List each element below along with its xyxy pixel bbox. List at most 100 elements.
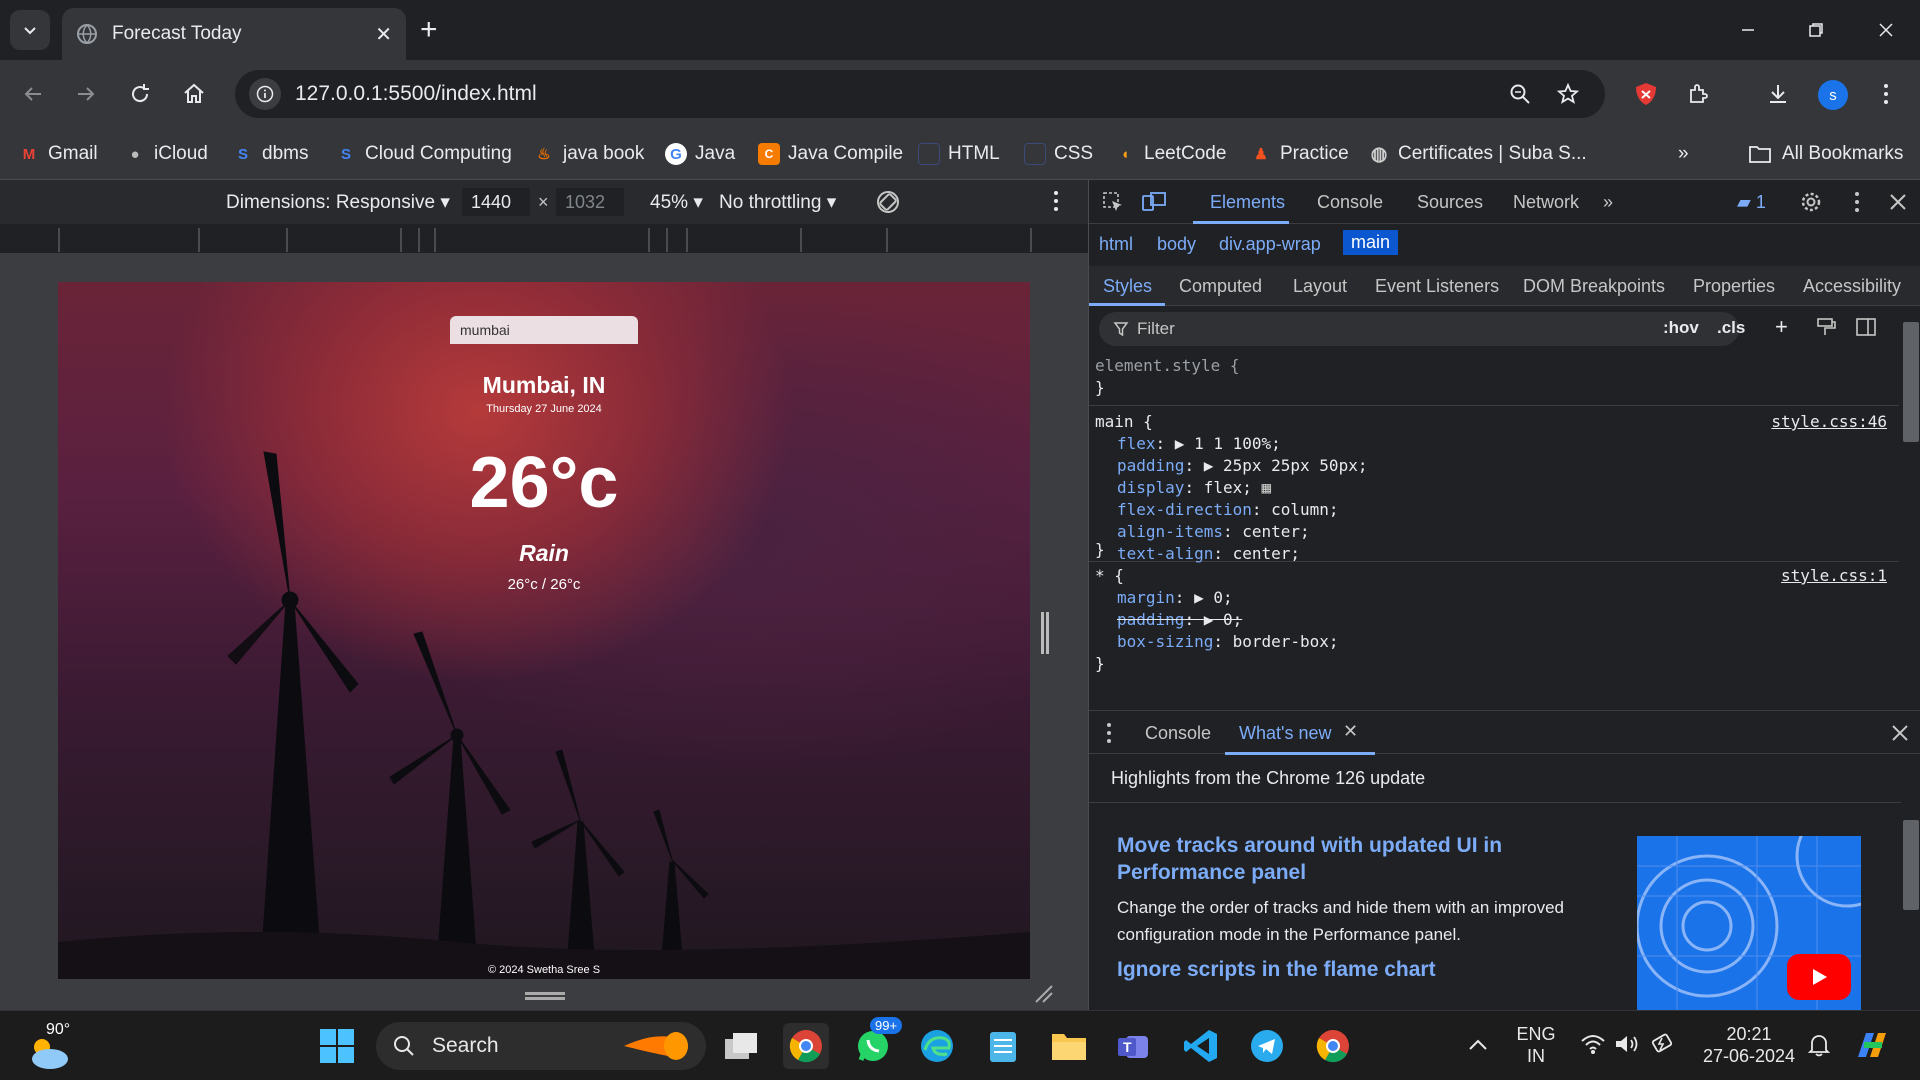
overridden-declaration[interactable]: padding: ▶ 0; — [1117, 610, 1242, 629]
device-toggle-icon[interactable] — [1141, 190, 1167, 214]
bookmark-gmail[interactable]: M Gmail — [18, 140, 98, 168]
subtab-layout[interactable]: Layout — [1293, 276, 1347, 297]
zoom-dropdown[interactable]: 45% ▾ — [650, 191, 703, 214]
dimensions-dropdown[interactable]: Dimensions: Responsive ▾ — [226, 191, 450, 214]
flexbox-editor-icon[interactable]: ▦ — [1262, 478, 1272, 497]
crumb-body[interactable]: body — [1157, 234, 1196, 255]
crumb-div-app-wrap[interactable]: div.app-wrap — [1219, 234, 1321, 255]
bookmark-java-compile[interactable]: C Java Compile — [758, 140, 903, 168]
viewport-resize-handle-bottom[interactable] — [525, 992, 565, 1000]
main-source-link[interactable]: style.css:46 — [1771, 412, 1887, 431]
drawer-tab-console[interactable]: Console — [1145, 723, 1211, 744]
universal-source-link[interactable]: style.css:1 — [1781, 566, 1887, 585]
tab-sources[interactable]: Sources — [1417, 192, 1483, 213]
show-hidden-icons-icon[interactable] — [1468, 1037, 1488, 1051]
subtab-properties[interactable]: Properties — [1693, 276, 1775, 297]
cls-button[interactable]: .cls — [1717, 318, 1745, 338]
more-options-icon[interactable] — [1052, 190, 1060, 212]
battery-charging-icon[interactable] — [1650, 1031, 1676, 1057]
drawer-scrollbar[interactable] — [1901, 798, 1920, 1010]
drawer-tab-whats-new[interactable]: What's new — [1239, 723, 1331, 744]
notification-bell-icon[interactable] — [1808, 1033, 1830, 1057]
style-declaration[interactable]: align-items: center; — [1117, 522, 1310, 541]
weather-widget[interactable]: 90° — [26, 1019, 86, 1075]
height-input[interactable]: 1032 — [556, 188, 624, 216]
devtools-menu-icon[interactable] — [1853, 191, 1861, 213]
browser-tab[interactable]: Forecast Today ✕ — [62, 8, 406, 60]
volume-icon[interactable] — [1614, 1033, 1640, 1055]
youtube-play-icon[interactable] — [1787, 954, 1851, 1000]
feature-link-performance-tracks[interactable]: Move tracks around with updated UI in Pe… — [1117, 832, 1537, 886]
main-selector[interactable]: main { — [1095, 412, 1153, 431]
drawer-menu-icon[interactable] — [1105, 722, 1113, 744]
address-bar[interactable]: 127.0.0.1:5500/index.html — [235, 70, 1605, 118]
style-declaration[interactable]: flex: ▶ 1 1 100%; — [1117, 434, 1281, 453]
style-declaration[interactable]: display: flex; ▦ — [1117, 478, 1271, 497]
subtab-event-listeners[interactable]: Event Listeners — [1375, 276, 1499, 297]
restore-button[interactable] — [1796, 12, 1836, 48]
tab-network[interactable]: Network — [1513, 192, 1579, 213]
issues-counter[interactable]: ▰ 1 — [1737, 192, 1766, 213]
crumb-main[interactable]: main — [1343, 230, 1399, 255]
reload-button[interactable] — [120, 74, 160, 114]
style-declaration[interactable]: box-sizing: border-box; — [1117, 632, 1339, 651]
taskbar-search[interactable]: Search — [376, 1022, 706, 1070]
bookmark-java[interactable]: G Java — [665, 140, 735, 168]
close-window-button[interactable] — [1866, 12, 1906, 48]
close-devtools-icon[interactable] — [1889, 193, 1907, 211]
video-thumbnail[interactable] — [1637, 836, 1861, 1010]
close-drawer-icon[interactable] — [1891, 724, 1909, 742]
all-bookmarks-button[interactable]: All Bookmarks — [1748, 140, 1903, 168]
bookmark-cloud-computing[interactable]: S Cloud Computing — [335, 140, 512, 168]
viewport-resize-handle-right[interactable] — [1041, 612, 1049, 654]
taskbar-notepad[interactable] — [980, 1023, 1026, 1069]
subtab-styles[interactable]: Styles — [1103, 276, 1152, 297]
profile-avatar[interactable]: s — [1818, 80, 1848, 110]
start-button[interactable] — [314, 1023, 360, 1069]
bookmark-dbms[interactable]: Sdbms — [232, 140, 308, 168]
style-declaration[interactable]: padding: ▶ 25px 25px 50px; — [1117, 456, 1367, 475]
download-icon[interactable] — [1758, 74, 1798, 114]
extensions-icon[interactable] — [1678, 74, 1718, 114]
close-tab-icon[interactable]: ✕ — [375, 22, 392, 47]
throttling-dropdown[interactable]: No throttling ▾ — [719, 191, 836, 214]
hov-button[interactable]: :hov — [1663, 318, 1699, 338]
feature-link-ignore-scripts[interactable]: Ignore scripts in the flame chart — [1117, 958, 1436, 982]
bookmark-icloud[interactable]: ● iCloud — [124, 140, 207, 168]
taskbar-telegram[interactable] — [1244, 1023, 1290, 1069]
taskbar-vscode[interactable] — [1178, 1023, 1224, 1069]
zoom-icon[interactable] — [1500, 74, 1540, 114]
minimize-button[interactable] — [1728, 12, 1768, 48]
tab-search-button[interactable] — [10, 10, 50, 50]
new-style-rule-icon[interactable]: + — [1775, 314, 1788, 340]
more-bookmarks-chevron-icon[interactable]: » — [1678, 140, 1689, 168]
wifi-icon[interactable] — [1580, 1033, 1606, 1055]
bookmark-java-book[interactable]: ♨ java book — [533, 140, 644, 168]
universal-selector[interactable]: * { — [1095, 566, 1124, 585]
bookmark-practice[interactable]: ♟ Practice — [1250, 140, 1348, 168]
taskbar-chrome[interactable] — [783, 1023, 829, 1069]
copilot-icon[interactable] — [1852, 1027, 1892, 1063]
city-search-input[interactable]: mumbai — [450, 316, 638, 344]
site-info-icon[interactable] — [249, 78, 281, 110]
bookmark-html[interactable]: HTML — [918, 140, 1000, 168]
input-language[interactable]: ENG IN — [1510, 1023, 1562, 1067]
styles-scroll-thumb[interactable] — [1903, 322, 1919, 442]
tab-console[interactable]: Console — [1317, 192, 1383, 213]
adblock-extension-icon[interactable] — [1626, 74, 1666, 114]
drawer-scroll-thumb[interactable] — [1903, 820, 1919, 910]
media-query-ruler[interactable] — [0, 224, 1088, 254]
home-button[interactable] — [174, 74, 214, 114]
subtab-computed[interactable]: Computed — [1179, 276, 1262, 297]
subtab-dom-breakpoints[interactable]: DOM Breakpoints — [1523, 276, 1665, 297]
new-tab-button[interactable]: + — [420, 14, 438, 46]
bookmark-leetcode[interactable]: ◖ LeetCode — [1114, 140, 1226, 168]
bookmark-css[interactable]: CSS — [1024, 140, 1093, 168]
settings-gear-icon[interactable] — [1799, 190, 1823, 214]
tab-elements[interactable]: Elements — [1210, 192, 1285, 213]
paint-bucket-icon[interactable] — [1815, 316, 1837, 338]
style-declaration[interactable]: margin: ▶ 0; — [1117, 588, 1233, 607]
element-style-selector[interactable]: element.style { — [1095, 356, 1240, 375]
subtab-accessibility[interactable]: Accessibility — [1803, 276, 1901, 297]
bookmark-star-icon[interactable] — [1548, 74, 1588, 114]
